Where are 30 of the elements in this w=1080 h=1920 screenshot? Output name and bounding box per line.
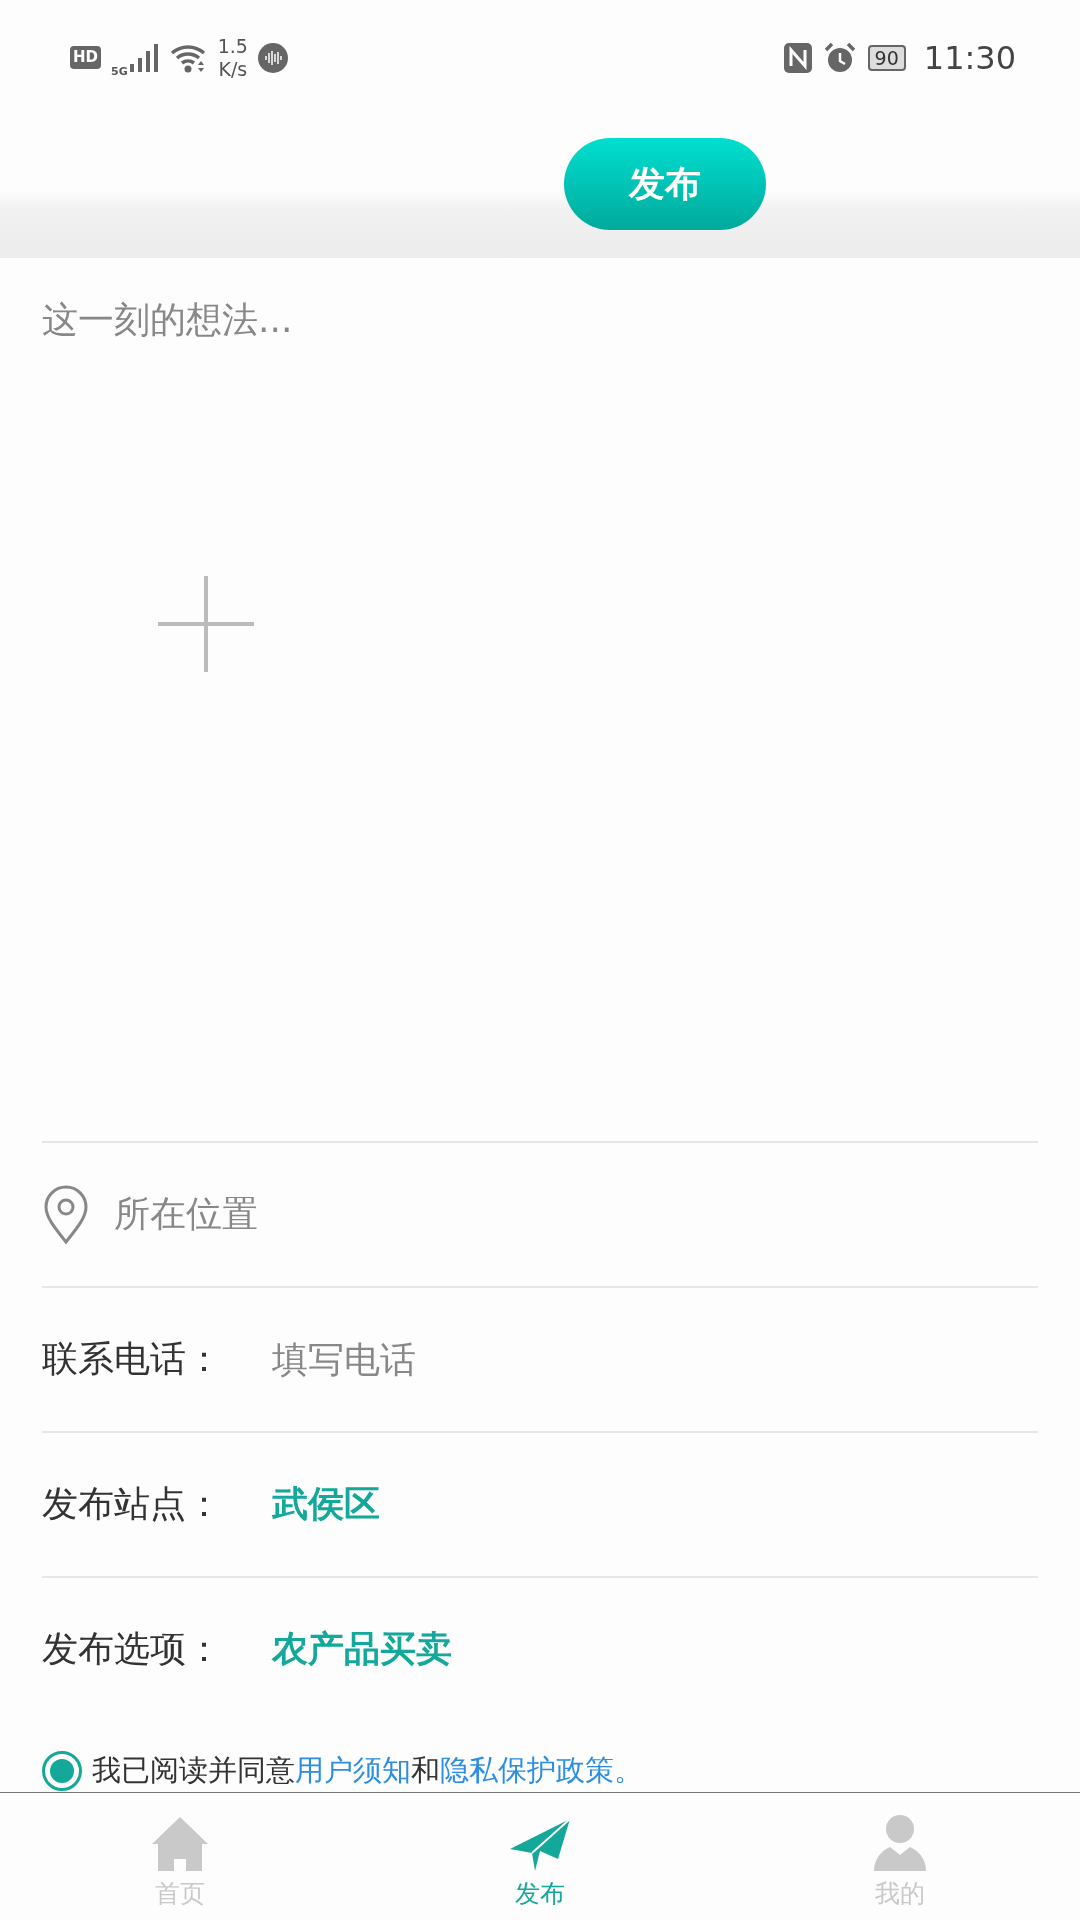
alarm-icon — [823, 41, 856, 74]
field-label: 发布站点： — [42, 1482, 223, 1526]
location-placeholder[interactable]: 所在位置 — [114, 1190, 258, 1239]
publish-button[interactable]: 发布 — [564, 138, 766, 230]
nfc-icon — [783, 42, 812, 73]
agree-radio[interactable] — [42, 1751, 82, 1791]
paper-plane-icon — [510, 1819, 570, 1871]
location-pin-icon — [42, 1184, 90, 1245]
nav-tab[interactable]: 发布 — [360, 1793, 720, 1920]
user-notice-link[interactable]: 用户须知 — [295, 1753, 411, 1787]
network-type: 5G — [111, 64, 128, 78]
sound-wave-icon — [257, 42, 288, 73]
privacy-policy-link[interactable]: 隐私保护政策。 — [440, 1753, 643, 1787]
speed-value: 1.5 — [217, 34, 248, 58]
phone-input-field[interactable]: 填写电话 — [272, 1339, 772, 1380]
signal-icon — [129, 43, 160, 72]
home-icon — [152, 1817, 208, 1871]
hd-indicator: HD — [70, 46, 101, 69]
field-label: 发布选项： — [42, 1627, 223, 1671]
selected-value[interactable]: 武侯区 — [272, 1480, 380, 1529]
selected-value[interactable]: 农产品买卖 — [272, 1625, 452, 1674]
post-text-area[interactable]: 这一刻的想法... — [42, 258, 1038, 548]
speed-unit: K/s — [218, 57, 248, 81]
clock-time: 11:30 — [923, 38, 1016, 77]
agreement-text: 我已阅读并同意用户须知和隐私保护政策。 — [92, 1752, 643, 1789]
wifi-icon — [169, 42, 208, 73]
field-label: 联系电话： — [42, 1337, 223, 1381]
person-icon — [874, 1815, 926, 1871]
add-image-icon[interactable] — [158, 576, 254, 672]
battery-level: 90 — [867, 44, 906, 71]
